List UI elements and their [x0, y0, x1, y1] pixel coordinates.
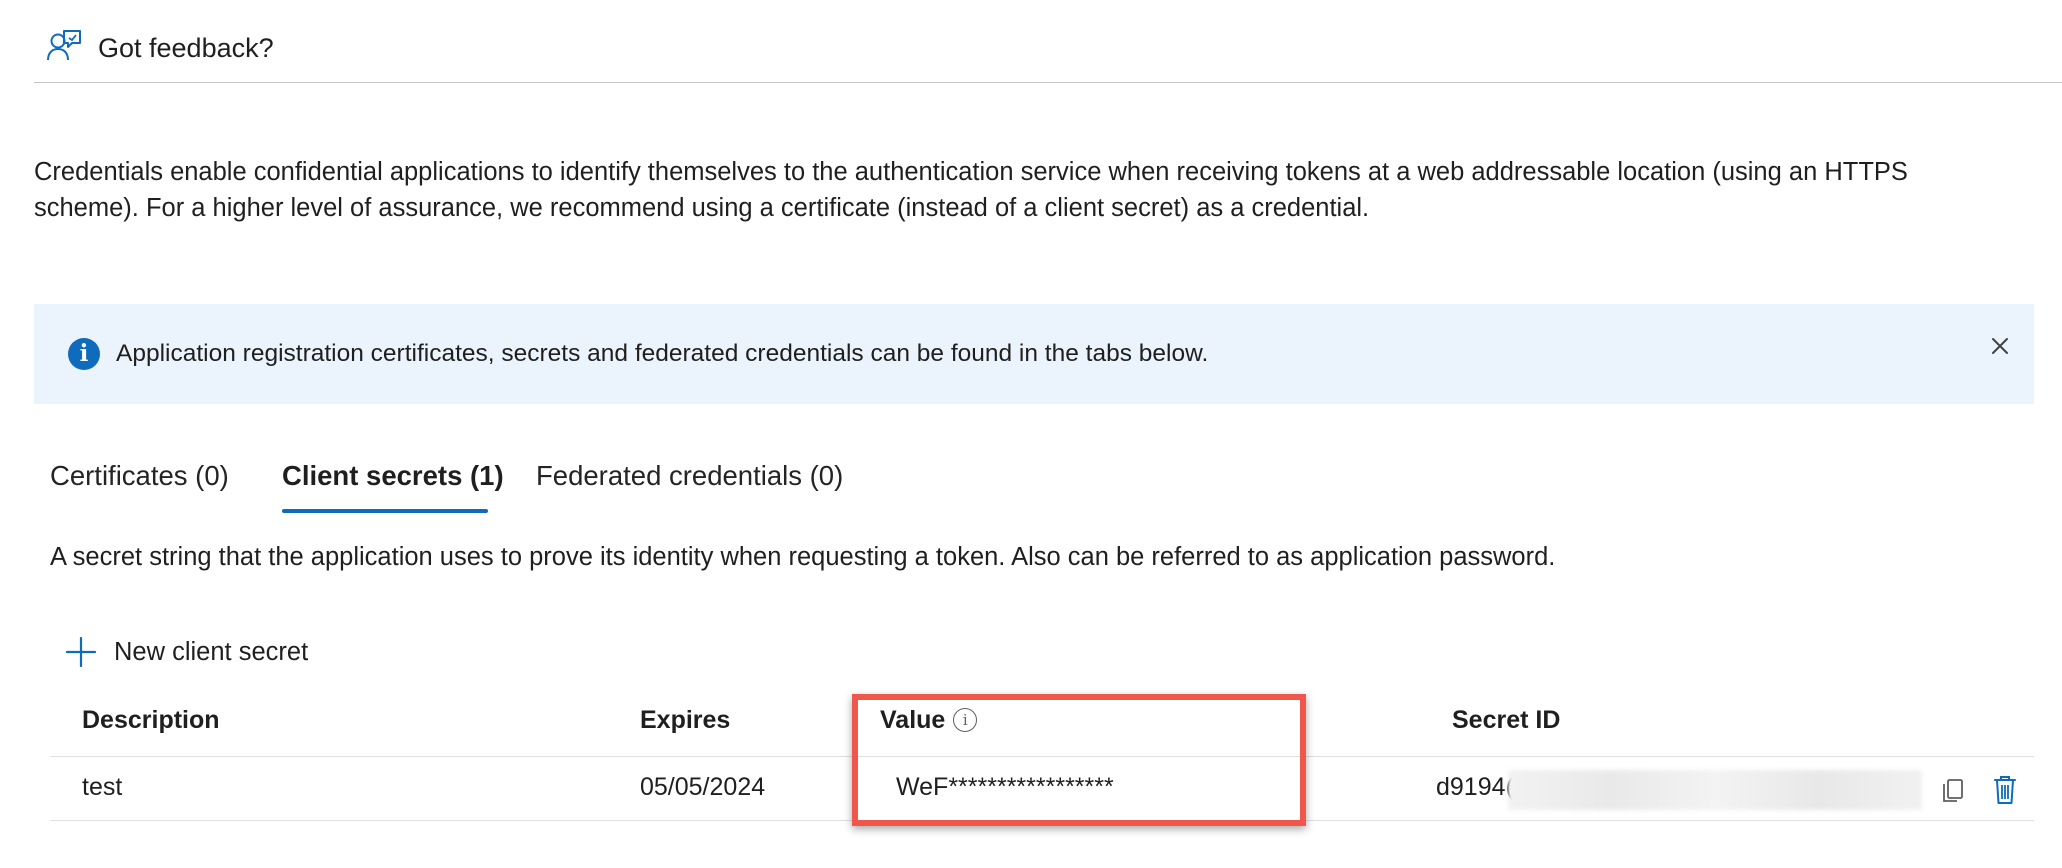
- delete-icon[interactable]: [1988, 772, 2022, 808]
- copy-icon[interactable]: [1936, 772, 1970, 808]
- feedback-button[interactable]: Got feedback?: [46, 28, 274, 68]
- feedback-label: Got feedback?: [98, 32, 274, 63]
- credentials-description: Credentials enable confidential applicat…: [34, 158, 1908, 222]
- tab-federated-credentials[interactable]: Federated credentials (0): [536, 460, 843, 492]
- secret-id-text: d9194(: [1436, 773, 1514, 801]
- tab-client-secrets[interactable]: Client secrets (1): [282, 460, 504, 492]
- plus-icon: [64, 635, 98, 669]
- selected-tab-indicator: [282, 509, 488, 513]
- info-banner: i Application registration certificates,…: [34, 304, 2034, 404]
- info-icon: i: [68, 338, 100, 370]
- row-secret-id: d9194(: [1436, 773, 1514, 802]
- column-header-expires: Expires: [640, 706, 731, 734]
- column-header-description: Description: [82, 706, 220, 734]
- row-description: test: [82, 773, 123, 801]
- client-secrets-help-text: A secret string that the application use…: [50, 543, 1556, 571]
- header-divider: [34, 82, 2062, 83]
- redacted-secret-id: [1508, 770, 1922, 810]
- tab-certificates[interactable]: Certificates (0): [50, 460, 229, 492]
- feedback-person-icon: [46, 29, 82, 68]
- close-icon[interactable]: [1982, 328, 2018, 364]
- row-expires: 05/05/2024: [640, 773, 766, 801]
- new-client-secret-button[interactable]: New client secret: [64, 632, 308, 672]
- value-column-highlight: [852, 694, 1306, 826]
- column-header-secret-id: Secret ID: [1452, 706, 1561, 734]
- new-client-secret-label: New client secret: [114, 637, 309, 666]
- banner-message: Application registration certificates, s…: [116, 340, 1209, 367]
